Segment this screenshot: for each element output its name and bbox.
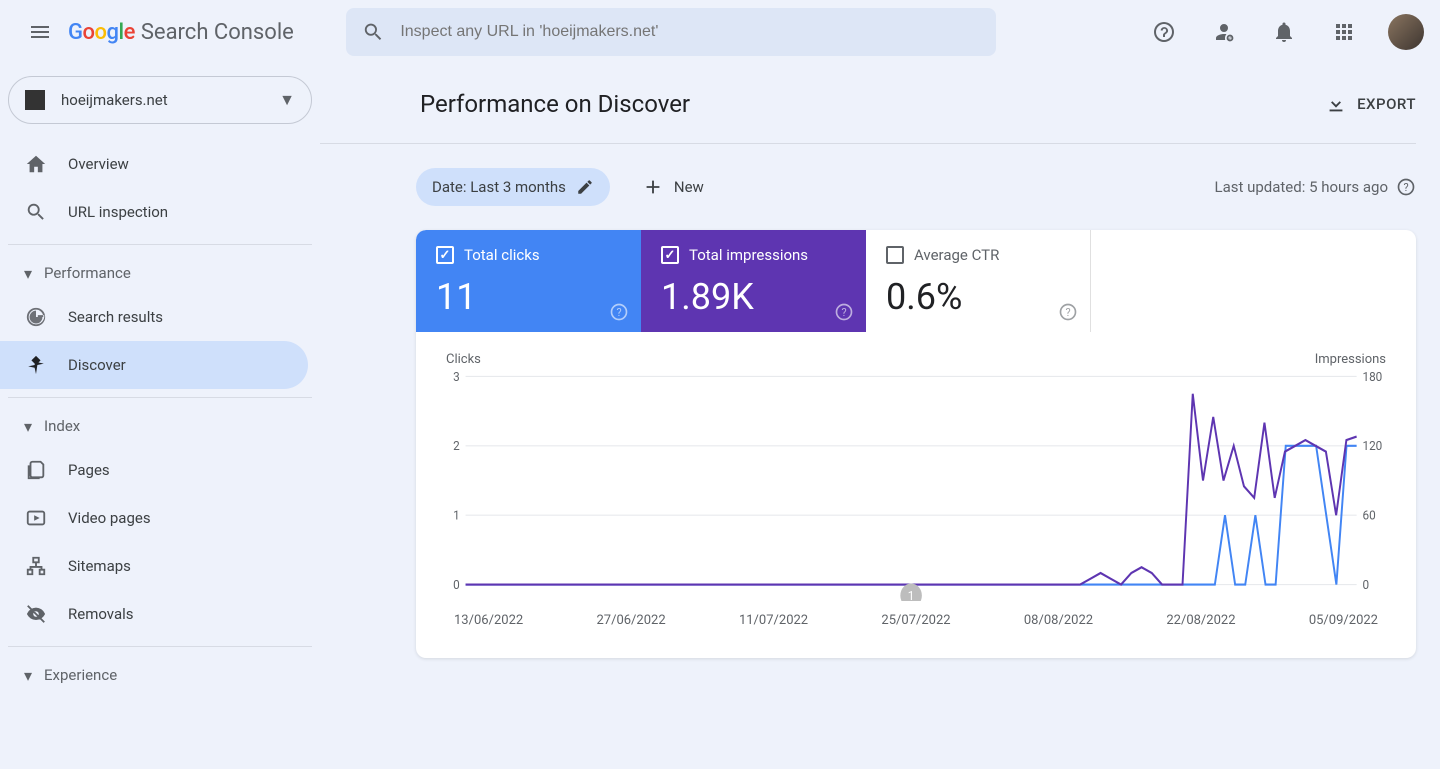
- nav-search-results[interactable]: Search results: [0, 293, 308, 341]
- page-title: Performance on Discover: [420, 90, 690, 118]
- search-icon: [24, 201, 48, 223]
- url-inspect-input[interactable]: [400, 23, 980, 41]
- x-tick: 08/08/2022: [1024, 613, 1093, 628]
- nav-discover[interactable]: Discover: [0, 341, 308, 389]
- property-selector[interactable]: hoeijmakers.net ▼: [8, 76, 312, 124]
- sidebar: hoeijmakers.net ▼ Overview URL inspectio…: [0, 64, 320, 769]
- nav-url-inspection[interactable]: URL inspection: [0, 188, 308, 236]
- checkbox-checked-icon: [436, 246, 454, 264]
- help-icon[interactable]: ?: [834, 302, 854, 322]
- svg-text:?: ?: [1403, 181, 1408, 194]
- apps-grid-icon: [1332, 20, 1356, 44]
- checkbox-unchecked-icon: [886, 246, 904, 264]
- sitemap-icon: [24, 555, 48, 577]
- google-g-icon: [24, 306, 48, 328]
- metric-average-ctr[interactable]: Average CTR 0.6% ?: [866, 230, 1091, 332]
- hamburger-icon: [28, 20, 52, 44]
- google-logo: Google: [68, 20, 135, 45]
- chevron-down-icon: ▼: [279, 90, 295, 110]
- apps-button[interactable]: [1320, 8, 1368, 56]
- last-updated-text: Last updated: 5 hours ago ?: [1214, 177, 1416, 197]
- chevron-down-icon: ▾: [24, 666, 32, 685]
- x-tick: 05/09/2022: [1309, 613, 1378, 628]
- nav-removals[interactable]: Removals: [0, 590, 308, 638]
- svg-text:1: 1: [453, 508, 460, 524]
- svg-text:3: 3: [453, 371, 460, 385]
- help-button[interactable]: [1140, 8, 1188, 56]
- app-header: Google Search Console: [0, 0, 1440, 64]
- video-icon: [24, 507, 48, 529]
- divider: [8, 646, 312, 647]
- svg-text:0: 0: [453, 577, 460, 593]
- x-tick: 25/07/2022: [881, 613, 950, 628]
- svg-text:?: ?: [841, 306, 846, 319]
- notifications-button[interactable]: [1260, 8, 1308, 56]
- nav-sitemaps[interactable]: Sitemaps: [0, 542, 308, 590]
- nav-overview[interactable]: Overview: [0, 140, 308, 188]
- main-content: Performance on Discover EXPORT Date: Las…: [320, 64, 1440, 769]
- new-filter-button[interactable]: New: [626, 168, 720, 206]
- user-settings-icon: [1212, 20, 1236, 44]
- divider: [8, 397, 312, 398]
- svg-text:?: ?: [616, 306, 621, 319]
- y1-axis-label: Clicks: [446, 352, 481, 367]
- nav-section-experience[interactable]: ▾ Experience: [0, 655, 320, 695]
- chevron-down-icon: ▾: [24, 264, 32, 283]
- help-icon: [1152, 20, 1176, 44]
- divider: [8, 244, 312, 245]
- settings-button[interactable]: [1200, 8, 1248, 56]
- checkbox-checked-icon: [661, 246, 679, 264]
- product-logo[interactable]: Google Search Console: [68, 20, 294, 45]
- bell-icon: [1272, 20, 1296, 44]
- plus-icon: [642, 176, 664, 198]
- svg-text:1: 1: [908, 588, 915, 601]
- help-icon[interactable]: ?: [1058, 302, 1078, 322]
- home-icon: [24, 153, 48, 175]
- nav-pages[interactable]: Pages: [0, 446, 308, 494]
- metric-total-clicks[interactable]: Total clicks 11 ?: [416, 230, 641, 332]
- url-inspect-search[interactable]: [346, 8, 996, 56]
- search-icon: [362, 20, 385, 44]
- performance-chart-card: Total clicks 11 ? Total impressions 1.89…: [416, 230, 1416, 658]
- metric-total-impressions[interactable]: Total impressions 1.89K ?: [641, 230, 866, 332]
- x-axis-ticks: 13/06/2022 27/06/2022 11/07/2022 25/07/2022…: [446, 613, 1386, 628]
- svg-text:0: 0: [1363, 577, 1370, 593]
- nav-section-performance[interactable]: ▾ Performance: [0, 253, 320, 293]
- pages-icon: [24, 459, 48, 481]
- account-avatar[interactable]: [1388, 14, 1424, 50]
- svg-text:2: 2: [453, 439, 460, 455]
- performance-line-chart: 0 1 2 3 0 60 120 180 1: [446, 371, 1386, 601]
- export-button[interactable]: EXPORT: [1325, 93, 1416, 115]
- hamburger-menu-button[interactable]: [16, 8, 64, 56]
- download-icon: [1325, 93, 1347, 115]
- help-icon[interactable]: ?: [1396, 177, 1416, 197]
- date-filter-chip[interactable]: Date: Last 3 months: [416, 168, 610, 206]
- pencil-icon: [576, 178, 594, 196]
- svg-text:180: 180: [1363, 371, 1383, 385]
- svg-text:120: 120: [1363, 439, 1383, 455]
- x-tick: 11/07/2022: [739, 613, 808, 628]
- eye-off-icon: [24, 603, 48, 625]
- asterisk-icon: [24, 354, 48, 376]
- y2-axis-label: Impressions: [1315, 352, 1386, 367]
- nav-section-index[interactable]: ▾ Index: [0, 406, 320, 446]
- x-tick: 13/06/2022: [454, 613, 523, 628]
- product-name: Search Console: [141, 20, 294, 45]
- svg-text:60: 60: [1363, 508, 1376, 524]
- chevron-down-icon: ▾: [24, 417, 32, 436]
- help-icon[interactable]: ?: [609, 302, 629, 322]
- svg-text:?: ?: [1065, 306, 1070, 319]
- property-name: hoeijmakers.net: [61, 91, 168, 109]
- nav-video-pages[interactable]: Video pages: [0, 494, 308, 542]
- x-tick: 27/06/2022: [596, 613, 665, 628]
- x-tick: 22/08/2022: [1166, 613, 1235, 628]
- property-favicon: [25, 90, 45, 110]
